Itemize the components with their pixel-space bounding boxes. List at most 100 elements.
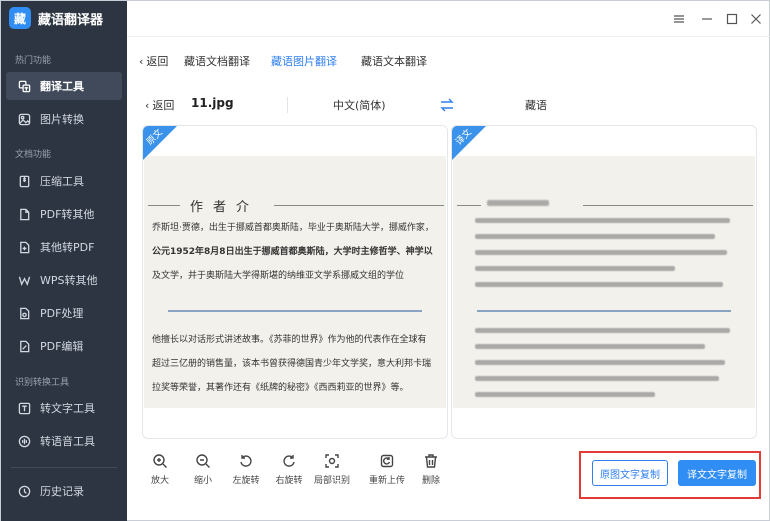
sidebar-item-label: 翻译工具 <box>40 80 84 93</box>
title-rule <box>148 205 180 206</box>
to-pdf-icon <box>18 241 31 254</box>
file-bar: ‹ 返回 11.jpg 中文(简体) 藏语 <box>127 93 770 117</box>
zoom-in-icon <box>153 454 167 468</box>
translated-line <box>475 250 727 255</box>
section-label-recognize: 识别转换工具 <box>15 378 70 388</box>
minimize-icon[interactable] <box>699 11 715 27</box>
doc-line: 乔斯坦·贾德，出生于挪威首都奥斯陆，毕业于奥斯陆大学，挪威作家， <box>152 223 434 233</box>
doc-line: 公元1952年8月8日出生于挪威首都奥斯陆，大学时主修哲学、神学以 <box>152 247 433 257</box>
translated-line <box>475 392 655 397</box>
translated-line <box>475 376 719 381</box>
pdf-icon <box>18 208 31 221</box>
tabs-back-button[interactable]: ‹ 返回 <box>139 53 168 69</box>
title-rule <box>274 205 444 206</box>
section-label-hot: 热门功能 <box>15 56 52 66</box>
zoom-out-icon <box>196 454 210 468</box>
pdf-process-icon <box>18 307 31 320</box>
chevron-left-icon: ‹ <box>145 98 150 112</box>
translated-title <box>487 200 549 206</box>
logo-icon: 藏 <box>9 7 31 29</box>
menu-icon[interactable] <box>671 11 687 27</box>
translated-image-panel: 译文 <box>451 125 757 439</box>
sidebar-item-label: 压缩工具 <box>40 175 84 188</box>
sidebar-item-label: 转文字工具 <box>40 402 95 415</box>
delete-button[interactable]: 删除 <box>411 453 451 486</box>
sidebar-item-pdf-to-other[interactable]: PDF转其他 <box>6 200 122 228</box>
image-toolbar: 放大 缩小 左旋转 右旋转 局部识别 重新上传 删除 <box>142 453 462 493</box>
sidebar: 藏 藏语翻译器 热门功能 翻译工具 图片转换 文档功能 压缩工具 PDF转其他 … <box>1 1 127 521</box>
doc-separator <box>477 310 731 312</box>
reupload-icon <box>380 454 394 468</box>
zoom-out-button[interactable]: 缩小 <box>183 453 223 486</box>
translated-line <box>475 234 715 239</box>
title-bar <box>127 1 770 37</box>
translated-line <box>475 282 723 287</box>
divider <box>287 97 288 113</box>
translated-line <box>475 344 705 349</box>
sidebar-item-wps-to-other[interactable]: WPS转其他 <box>6 266 122 294</box>
close-icon[interactable] <box>748 11 764 27</box>
rotate-left-icon <box>240 455 252 467</box>
app-title: 藏语翻译器 <box>38 12 104 28</box>
translated-line <box>475 328 730 333</box>
translate-tabs: ‹ 返回 藏语文档翻译 藏语图片翻译 藏语文本翻译 <box>127 45 770 75</box>
translated-line <box>475 360 725 365</box>
partial-recognize-button[interactable]: 局部识别 <box>312 453 352 486</box>
file-name: 11.jpg <box>191 96 234 110</box>
copy-translated-text-button[interactable]: 译文文字复制 <box>678 460 756 486</box>
compress-icon <box>18 175 31 188</box>
sidebar-item-label: 其他转PDF <box>40 241 95 254</box>
voice-icon <box>18 435 31 448</box>
swap-language-icon[interactable] <box>439 97 455 113</box>
doc-line: 超过三亿册的销售量，该本书曾获得德国青少年文学奖，意大利邦卡瑞 <box>152 359 432 369</box>
sidebar-item-to-voice[interactable]: 转语音工具 <box>6 427 122 455</box>
sidebar-item-pdf-edit[interactable]: PDF编辑 <box>6 332 122 360</box>
tab-document-translate[interactable]: 藏语文档翻译 <box>184 53 250 69</box>
sidebar-item-label: 转语音工具 <box>40 435 95 448</box>
sidebar-item-label: PDF处理 <box>40 307 84 320</box>
translated-line <box>475 218 730 223</box>
rotate-right-icon <box>283 455 295 467</box>
sidebar-item-image-convert[interactable]: 图片转换 <box>6 105 122 133</box>
sidebar-item-pdf-process[interactable]: PDF处理 <box>6 299 122 327</box>
delete-icon <box>425 454 437 468</box>
doc-line: 及文学，并于奥斯陆大学得斯堪的纳维亚文学系挪威文组的学位 <box>152 271 405 281</box>
source-language-select[interactable]: 中文(简体) <box>333 97 386 113</box>
pdf-edit-icon <box>18 340 31 353</box>
app-logo: 藏 藏语翻译器 <box>9 7 103 29</box>
maximize-icon[interactable] <box>724 11 740 27</box>
zoom-in-button[interactable]: 放大 <box>140 453 180 486</box>
title-rule <box>457 205 481 206</box>
file-back-button[interactable]: ‹ 返回 <box>145 97 174 113</box>
translated-document-image <box>453 156 755 408</box>
tab-image-translate[interactable]: 藏语图片翻译 <box>271 53 337 69</box>
sidebar-item-label: 图片转换 <box>40 113 84 126</box>
copy-source-text-button[interactable]: 原图文字复制 <box>592 460 668 486</box>
section-label-doc: 文档功能 <box>15 150 52 160</box>
translated-line <box>475 266 675 271</box>
target-language-select[interactable]: 藏语 <box>525 97 547 113</box>
rotate-left-button[interactable]: 左旋转 <box>226 453 266 486</box>
sidebar-item-compress[interactable]: 压缩工具 <box>6 167 122 195</box>
sidebar-divider <box>11 467 117 468</box>
source-document-image: 作者介 乔斯坦·贾德，出生于挪威首都奥斯陆，毕业于奥斯陆大学，挪威作家， 公元1… <box>144 156 446 408</box>
sidebar-item-other-to-pdf[interactable]: 其他转PDF <box>6 233 122 261</box>
doc-line: 拉奖等荣誉，其著作还有《纸牌的秘密》《西西莉亚的世界》等。 <box>152 383 409 393</box>
sidebar-item-label: 历史记录 <box>40 485 84 498</box>
tab-text-translate[interactable]: 藏语文本翻译 <box>361 53 427 69</box>
doc-title: 作者介 <box>190 200 260 215</box>
wps-icon <box>18 274 31 287</box>
sidebar-item-history[interactable]: 历史记录 <box>6 477 122 505</box>
rotate-right-button[interactable]: 右旋转 <box>269 453 309 486</box>
source-image-panel: 作者介 乔斯坦·贾德，出生于挪威首都奥斯陆，毕业于奥斯陆大学，挪威作家， 公元1… <box>142 125 448 439</box>
chevron-left-icon: ‹ <box>139 54 144 68</box>
sidebar-item-translate[interactable]: 翻译工具 <box>6 72 122 100</box>
image-convert-icon <box>18 113 31 126</box>
history-icon <box>18 485 31 498</box>
sidebar-item-to-text[interactable]: 转文字工具 <box>6 394 122 422</box>
partial-recognize-icon <box>325 454 339 468</box>
doc-line: 他擅长以对话形式讲述故事。《苏菲的世界》作为他的代表作在全球有 <box>152 335 427 345</box>
translate-icon <box>18 80 31 93</box>
sidebar-item-label: PDF转其他 <box>40 208 95 221</box>
reupload-button[interactable]: 重新上传 <box>367 453 407 486</box>
